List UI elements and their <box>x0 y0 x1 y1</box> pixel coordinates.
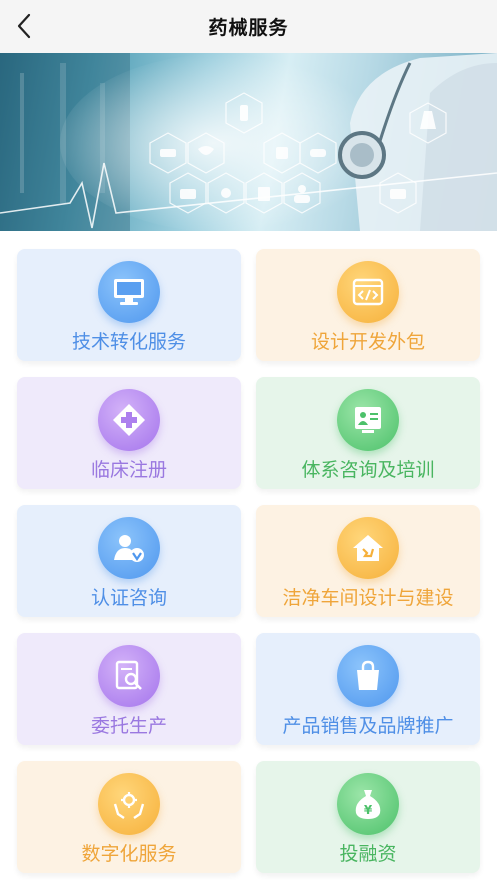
service-label: 数字化服务 <box>81 844 177 865</box>
digital-hands-icon <box>98 773 160 835</box>
service-label: 技术转化服务 <box>71 332 186 353</box>
nav-bar: 药械服务 <box>0 0 497 53</box>
service-label: 投融资 <box>339 844 397 865</box>
house-build-icon <box>337 517 399 579</box>
service-label: 认证咨询 <box>90 588 167 609</box>
code-window-icon <box>337 261 399 323</box>
service-card-investment-financing[interactable]: ¥ 投融资 <box>256 761 480 873</box>
money-bag-icon: ¥ <box>337 773 399 835</box>
service-card-cleanroom-construction[interactable]: 洁净车间设计与建设 <box>256 505 480 617</box>
service-label: 体系咨询及培训 <box>301 460 435 481</box>
service-card-clinical-registration[interactable]: 临床注册 <box>17 377 241 489</box>
service-card-certification-consulting[interactable]: 认证咨询 <box>17 505 241 617</box>
service-card-sales-promotion[interactable]: 产品销售及品牌推广 <box>256 633 480 745</box>
page-title: 药械服务 <box>208 18 289 39</box>
monitor-icon <box>98 261 160 323</box>
banner-image <box>0 53 497 231</box>
chevron-left-icon[interactable] <box>12 11 40 41</box>
presentation-board-icon <box>337 389 399 451</box>
service-card-digital-service[interactable]: 数字化服务 <box>17 761 241 873</box>
banner-illustration <box>0 53 497 231</box>
service-label: 设计开发外包 <box>310 332 425 353</box>
service-label: 临床注册 <box>90 460 167 481</box>
verified-user-icon <box>98 517 160 579</box>
medical-cross-icon <box>98 389 160 451</box>
service-card-system-consulting[interactable]: 体系咨询及培训 <box>256 377 480 489</box>
service-label: 委托生产 <box>90 716 167 737</box>
service-label: 洁净车间设计与建设 <box>282 588 454 609</box>
service-label: 产品销售及品牌推广 <box>282 716 454 737</box>
service-card-contract-manufacturing[interactable]: 委托生产 <box>17 633 241 745</box>
service-card-tech-transfer[interactable]: 技术转化服务 <box>17 249 241 361</box>
shopping-bag-icon <box>337 645 399 707</box>
svg-text:¥: ¥ <box>364 803 373 817</box>
service-card-design-outsource[interactable]: 设计开发外包 <box>256 249 480 361</box>
document-search-icon <box>98 645 160 707</box>
